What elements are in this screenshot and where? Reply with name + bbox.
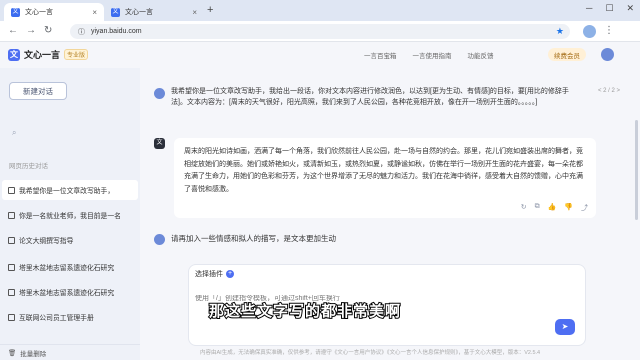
chat-icon bbox=[8, 313, 15, 321]
address-bar: ← → ↻ ⓘ yiyan.baidu.com ★ ⋮ bbox=[0, 21, 640, 42]
browser-tab-active[interactable]: 文 文心一言 × bbox=[4, 3, 104, 21]
scrollbar[interactable] bbox=[635, 120, 638, 220]
header-link-guide[interactable]: 一言使用指南 bbox=[413, 50, 452, 60]
header-links: 一言百宝箱 一言使用指南 功能反馈 bbox=[364, 50, 494, 60]
window-controls: ─ ☐ ✕ bbox=[586, 3, 634, 14]
bot-avatar-icon: 文 bbox=[154, 138, 165, 149]
reload-icon[interactable]: ↻ bbox=[44, 25, 52, 36]
url-field[interactable]: ⓘ yiyan.baidu.com ★ bbox=[70, 24, 570, 39]
url-text: yiyan.baidu.com bbox=[91, 28, 142, 35]
chat-icon bbox=[8, 186, 15, 194]
chat-icon bbox=[8, 263, 15, 271]
history-item[interactable]: 互联网公司员工管理手册 bbox=[2, 307, 138, 327]
browser-tabbar: 文 文心一言 × 文 文心一言 × + ─ ☐ ✕ bbox=[0, 0, 640, 21]
maximize-icon[interactable]: ☐ bbox=[605, 3, 613, 14]
regenerate-icon[interactable]: ↻ bbox=[521, 203, 527, 213]
yiyan-favicon-icon: 文 bbox=[111, 7, 120, 17]
yiyan-logo-icon: 文 bbox=[8, 48, 20, 61]
history-item-label: 我希望你是一位文章改写助手， bbox=[19, 188, 115, 195]
close-window-icon[interactable]: ✕ bbox=[626, 3, 634, 14]
sidebar: 新建对话 ⌕ 网页历史对话 我希望你是一位文章改写助手， 你是一名就业老师，我目… bbox=[0, 68, 140, 360]
user-message: 我希望你是一位文章改写助手，我给出一段话，你对文本内容进行修改润色，以达到[更为… bbox=[154, 86, 584, 108]
answer-pager[interactable]: < 2 / 2 > bbox=[598, 88, 620, 94]
close-tab-icon[interactable]: × bbox=[192, 8, 197, 17]
history-item-label: 塔里木盆地志留系遗迹化石研究 bbox=[19, 290, 115, 297]
bot-message-card: 周末的阳光如诗如画，洒满了每一个角落，我们欣然前往人民公园，赴一场与自然的约会。… bbox=[174, 138, 596, 218]
thumbs-down-icon[interactable]: 👎 bbox=[564, 203, 573, 213]
search-icon[interactable]: ⌕ bbox=[12, 128, 16, 138]
plugin-label: 选择插件 bbox=[195, 271, 223, 278]
history-item-label: 互联网公司员工管理手册 bbox=[19, 315, 94, 322]
vip-renew-button[interactable]: 续费会员 bbox=[548, 48, 586, 61]
user-avatar-small bbox=[154, 88, 165, 99]
chat-icon bbox=[8, 236, 15, 244]
new-tab-button[interactable]: + bbox=[207, 4, 213, 16]
bookmark-star-icon[interactable]: ★ bbox=[556, 26, 564, 37]
close-tab-icon[interactable]: × bbox=[92, 8, 97, 17]
browser-menu-icon[interactable]: ⋮ bbox=[604, 25, 614, 36]
send-icon: ➤ bbox=[561, 322, 569, 331]
app-logo[interactable]: 文 文心一言 专业版 bbox=[8, 48, 89, 61]
user-message-text: 我希望你是一位文章改写助手，我给出一段话，你对文本内容进行修改润色，以达到[更为… bbox=[171, 88, 569, 106]
history-title: 网页历史对话 bbox=[9, 163, 48, 170]
app-header: 文 文心一言 专业版 一言百宝箱 一言使用指南 功能反馈 续费会员 bbox=[0, 42, 640, 68]
version-badge: 专业版 bbox=[64, 49, 89, 60]
profile-avatar[interactable] bbox=[583, 25, 596, 38]
chat-icon bbox=[8, 211, 15, 219]
tab-title: 文心一言 bbox=[125, 9, 153, 16]
bot-message-text: 周末的阳光如诗如画，洒满了每一个角落，我们欣然前往人民公园，赴一场与自然的约会。… bbox=[184, 148, 583, 193]
app-name: 文心一言 bbox=[24, 50, 61, 60]
thumbs-up-icon[interactable]: 👍 bbox=[548, 203, 557, 213]
batch-delete-button[interactable]: 🗑 批量删除 bbox=[0, 344, 140, 360]
history-item[interactable]: 我希望你是一位文章改写助手， bbox=[2, 180, 138, 200]
back-icon[interactable]: ← bbox=[8, 25, 18, 36]
history-item[interactable]: 你是一名就业老师，我目前是一名 bbox=[2, 205, 138, 225]
plugin-selector[interactable]: 选择插件 + bbox=[195, 269, 234, 279]
user-message: 请再加入一些情感和拟人的描写，是文本更加生动 bbox=[154, 232, 336, 245]
share-icon[interactable]: ⤴ bbox=[581, 203, 588, 213]
history-item-label: 论文大纲撰写指导 bbox=[19, 238, 74, 245]
forward-icon[interactable]: → bbox=[26, 25, 36, 36]
user-avatar-small bbox=[154, 234, 165, 245]
user-message-text: 请再加入一些情感和拟人的描写，是文本更加生动 bbox=[171, 234, 336, 243]
browser-tab[interactable]: 文 文心一言 × bbox=[104, 3, 204, 21]
send-button[interactable]: ➤ bbox=[555, 319, 575, 335]
header-link-toolbox[interactable]: 一言百宝箱 bbox=[364, 50, 397, 60]
video-subtitle: 那这些文字写的都非常美啊 bbox=[208, 301, 402, 321]
add-plugin-icon: + bbox=[226, 270, 234, 278]
yiyan-favicon-icon: 文 bbox=[11, 7, 20, 17]
site-info-icon[interactable]: ⓘ bbox=[78, 27, 85, 37]
history-item[interactable]: 塔里木盆地志留系遗迹化石研究 bbox=[2, 282, 138, 302]
minimize-icon[interactable]: ─ bbox=[586, 3, 592, 14]
trash-icon: 🗑 bbox=[8, 349, 17, 357]
batch-delete-label: 批量删除 bbox=[20, 350, 47, 358]
message-toolbar: ↻ ⧉ 👍 👎 ⤴ bbox=[521, 203, 588, 213]
history-item-label: 塔里木盆地志留系遗迹化石研究 bbox=[19, 265, 115, 272]
copy-icon[interactable]: ⧉ bbox=[535, 203, 540, 213]
chat-icon bbox=[8, 288, 15, 296]
tab-title: 文心一言 bbox=[25, 9, 53, 16]
history-item[interactable]: 论文大纲撰写指导 bbox=[2, 230, 138, 250]
history-item[interactable]: 塔里木盆地志留系遗迹化石研究 bbox=[2, 257, 138, 277]
disclaimer: 内容由AI生成，无法确保真实准确，仅供参考，请遵守《文心一言用户协议》《文心一言… bbox=[200, 350, 541, 356]
history-item-label: 你是一名就业老师，我目前是一名 bbox=[19, 213, 121, 220]
header-link-feedback[interactable]: 功能反馈 bbox=[468, 50, 494, 60]
user-avatar[interactable] bbox=[601, 48, 614, 61]
new-chat-button[interactable]: 新建对话 bbox=[9, 82, 67, 100]
